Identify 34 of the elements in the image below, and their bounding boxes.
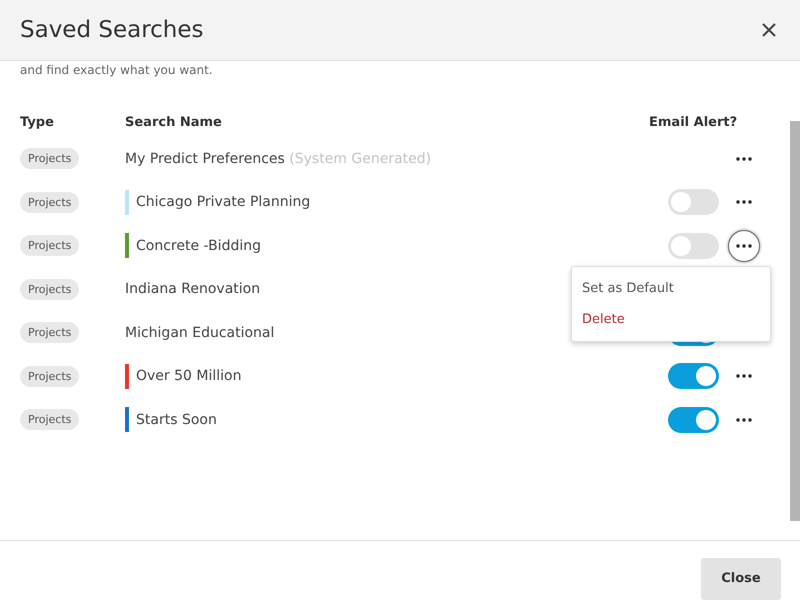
search-name[interactable]: Concrete -Bidding — [136, 238, 261, 254]
email-alert-toggle[interactable] — [668, 232, 719, 259]
column-header: Email Alert? — [648, 114, 738, 130]
type-tag: Projects — [20, 322, 80, 344]
column-header: Search Name — [125, 114, 223, 130]
search-name[interactable]: Over 50 Million — [136, 368, 242, 384]
close-button[interactable]: Close — [701, 558, 781, 600]
search-name[interactable]: Indiana Renovation — [125, 281, 260, 298]
email-alert-toggle[interactable] — [668, 406, 719, 433]
scrollbar-thumb[interactable] — [790, 121, 800, 521]
search-name[interactable]: Michigan Educational — [125, 324, 274, 341]
more-icon — [736, 200, 752, 204]
menu-item[interactable]: Delete — [572, 304, 770, 335]
type-tag: Projects — [20, 409, 80, 430]
type-tag: Projects — [20, 235, 80, 256]
type-tag: Projects — [20, 278, 80, 300]
close-icon — [762, 23, 776, 37]
type-tag: Projects — [20, 148, 80, 170]
more-icon — [736, 244, 752, 248]
more-icon — [736, 374, 752, 378]
more-icon — [736, 156, 752, 161]
intro-text: and find exactly what you want. — [20, 63, 214, 79]
email-alert-toggle[interactable] — [668, 363, 719, 390]
search-name[interactable]: My Predict Preferences (System Generated) — [125, 150, 432, 167]
email-alert-toggle[interactable] — [668, 189, 719, 216]
more-icon — [736, 418, 752, 422]
search-name[interactable]: Chicago Private Planning — [136, 194, 310, 210]
type-tag: Projects — [20, 192, 80, 213]
more-button[interactable] — [728, 230, 760, 262]
menu-item[interactable]: Set as Default — [572, 273, 770, 304]
search-name[interactable]: Starts Soon — [136, 412, 217, 428]
dialog-title: Saved Searches — [20, 17, 204, 43]
column-header: Type — [20, 114, 55, 130]
type-tag: Projects — [20, 366, 80, 387]
